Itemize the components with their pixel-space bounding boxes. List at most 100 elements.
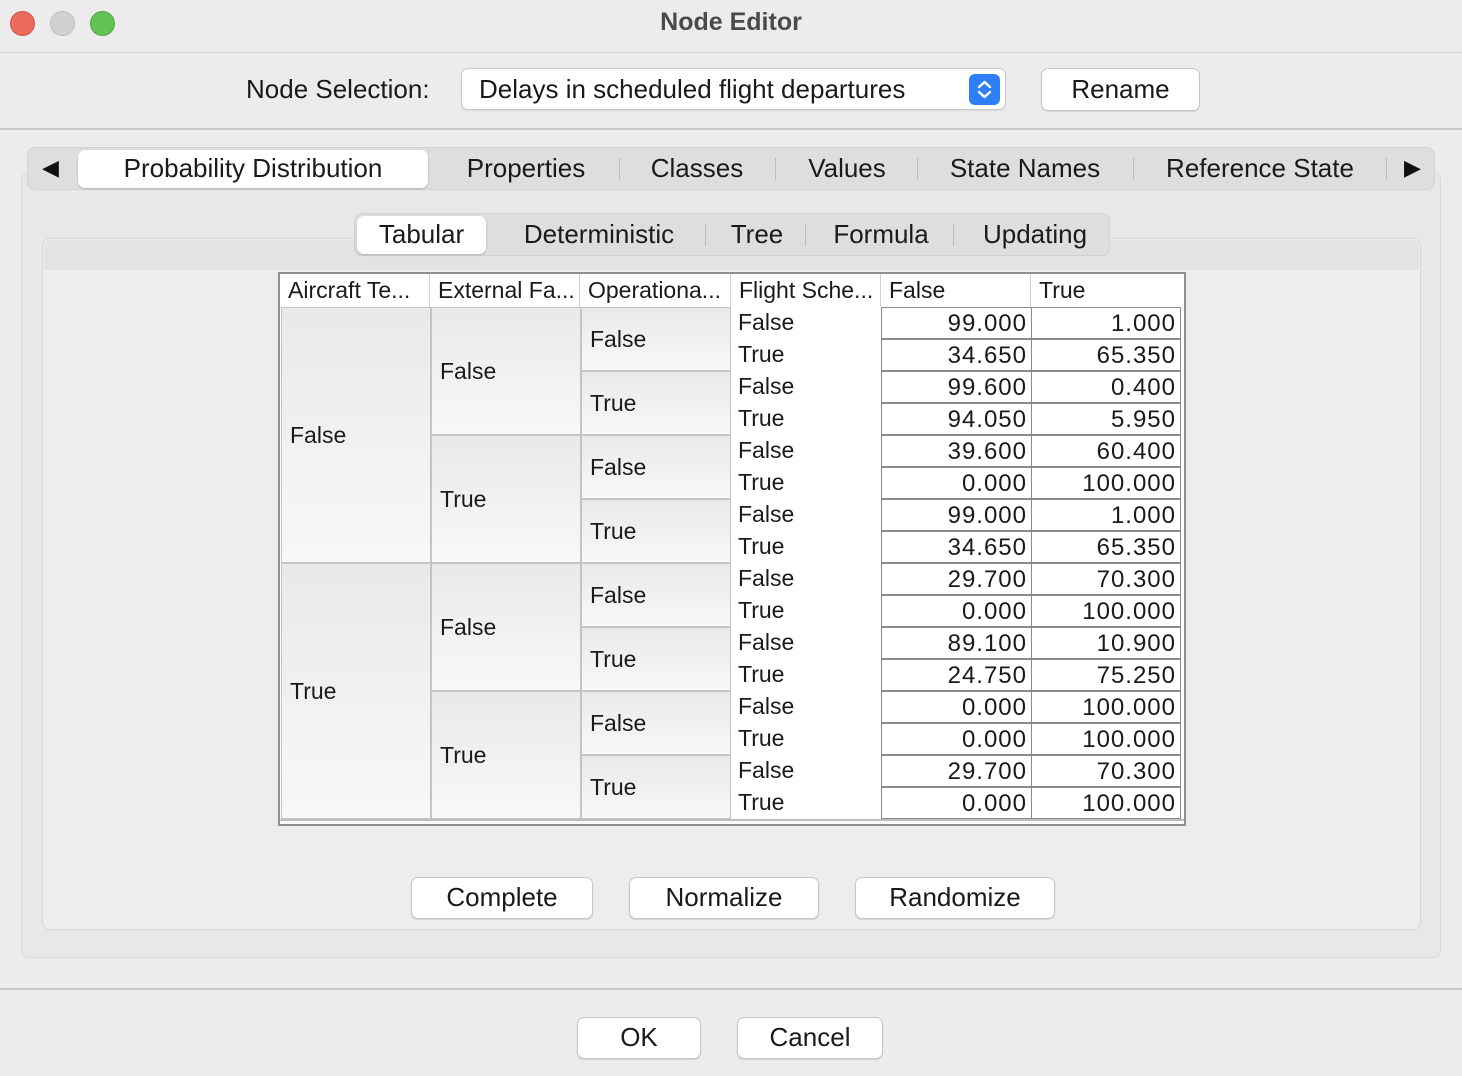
table-horizontal-scrollbar[interactable]	[280, 819, 1184, 824]
tab-deterministic[interactable]: Deterministic	[496, 216, 702, 254]
probability-cell-false[interactable]: 0.000	[881, 787, 1032, 819]
tab-probability-distribution[interactable]: Probability Distribution	[78, 150, 428, 188]
probability-cell-false[interactable]: 99.000	[881, 307, 1032, 339]
probability-cell-true[interactable]: 65.350	[1031, 339, 1181, 371]
column-header[interactable]: Operationa...	[580, 274, 731, 307]
parent-state-cell: True	[731, 659, 881, 691]
parent-state-cell: False	[581, 307, 731, 371]
scroll-right-arrow-icon[interactable]: ▶	[1404, 155, 1421, 181]
parent-state-cell: True	[731, 467, 881, 499]
node-selection-label: Node Selection:	[246, 74, 430, 104]
parent-state-cell: True	[731, 723, 881, 755]
column-header[interactable]: False	[881, 274, 1031, 307]
tab-formula[interactable]: Formula	[812, 216, 950, 254]
probability-cell-false[interactable]: 34.650	[881, 531, 1032, 563]
title-divider	[0, 52, 1462, 53]
probability-cell-true[interactable]: 75.250	[1031, 659, 1181, 691]
parent-state-cell: False	[581, 563, 731, 627]
probability-cell-true[interactable]: 100.000	[1031, 595, 1181, 627]
tab-separator	[619, 158, 620, 180]
probability-cell-false[interactable]: 89.100	[881, 627, 1032, 659]
column-header[interactable]: External Fa...	[430, 274, 580, 307]
title-bar: Node Editor	[0, 0, 1462, 48]
probability-cell-false[interactable]: 39.600	[881, 435, 1032, 467]
tab-separator	[705, 224, 706, 246]
probability-cell-true[interactable]: 65.350	[1031, 531, 1181, 563]
window-title: Node Editor	[660, 8, 802, 36]
footer-divider	[0, 988, 1462, 990]
tab-separator	[1386, 158, 1387, 180]
randomize-button[interactable]: Randomize	[855, 877, 1055, 919]
parent-state-cell: False	[431, 307, 581, 435]
tab-separator	[917, 158, 918, 180]
parent-state-cell: True	[581, 371, 731, 435]
tab-state-names[interactable]: State Names	[924, 150, 1126, 188]
probability-cell-false[interactable]: 0.000	[881, 691, 1032, 723]
normalize-button[interactable]: Normalize	[629, 877, 819, 919]
complete-button[interactable]: Complete	[411, 877, 593, 919]
tab-tabular[interactable]: Tabular	[357, 216, 486, 254]
scroll-left-arrow-icon[interactable]: ◀	[42, 155, 59, 181]
column-header[interactable]: Flight Sche...	[731, 274, 881, 307]
parent-state-cell: True	[431, 691, 581, 819]
probability-cell-true[interactable]: 60.400	[1031, 435, 1181, 467]
parent-state-cell: True	[431, 435, 581, 563]
parent-state-cell: True	[581, 499, 731, 563]
parent-state-cell: False	[581, 691, 731, 755]
probability-cell-false[interactable]: 29.700	[881, 755, 1032, 787]
parent-state-cell: False	[731, 627, 881, 659]
tab-tree[interactable]: Tree	[712, 216, 802, 254]
parent-state-cell: False	[731, 371, 881, 403]
probability-cell-false[interactable]: 0.000	[881, 467, 1032, 499]
parent-state-cell: True	[281, 563, 431, 819]
parent-state-cell: False	[731, 499, 881, 531]
parent-state-cell: False	[281, 307, 431, 563]
parent-state-cell: True	[731, 531, 881, 563]
parent-state-cell: True	[731, 339, 881, 371]
probability-cell-false[interactable]: 0.000	[881, 723, 1032, 755]
probability-cell-false[interactable]: 99.000	[881, 499, 1032, 531]
tab-updating[interactable]: Updating	[960, 216, 1110, 254]
tab-separator	[953, 224, 954, 246]
parent-state-cell: True	[581, 627, 731, 691]
probability-cell-false[interactable]: 29.700	[881, 563, 1032, 595]
probability-cell-true[interactable]: 100.000	[1031, 723, 1181, 755]
probability-cell-true[interactable]: 0.400	[1031, 371, 1181, 403]
column-header[interactable]: Aircraft Te...	[280, 274, 430, 307]
node-selection-dropdown[interactable]: Delays in scheduled flight departures	[461, 68, 1006, 110]
node-selection-value: Delays in scheduled flight departures	[479, 74, 906, 104]
probability-cell-false[interactable]: 24.750	[881, 659, 1032, 691]
tab-properties[interactable]: Properties	[440, 150, 612, 188]
rename-button[interactable]: Rename	[1041, 68, 1200, 111]
column-header[interactable]: True	[1031, 274, 1182, 307]
ok-button[interactable]: OK	[577, 1017, 701, 1059]
parent-state-cell: True	[731, 403, 881, 435]
probability-cell-false[interactable]: 99.600	[881, 371, 1032, 403]
parent-state-cell: False	[731, 691, 881, 723]
probability-cell-true[interactable]: 70.300	[1031, 563, 1181, 595]
tab-separator	[775, 158, 776, 180]
probability-cell-false[interactable]: 94.050	[881, 403, 1032, 435]
probability-cell-false[interactable]: 34.650	[881, 339, 1032, 371]
probability-cell-true[interactable]: 5.950	[1031, 403, 1181, 435]
tab-reference-state[interactable]: Reference State	[1140, 150, 1380, 188]
probability-cell-true[interactable]: 1.000	[1031, 307, 1181, 339]
parent-state-cell: False	[731, 307, 881, 339]
tab-classes[interactable]: Classes	[626, 150, 768, 188]
probability-cell-true[interactable]: 70.300	[1031, 755, 1181, 787]
updown-chevron-icon[interactable]	[969, 74, 1000, 105]
tab-separator	[1133, 158, 1134, 180]
parent-state-cell: False	[731, 435, 881, 467]
header-divider	[0, 128, 1462, 130]
probability-cell-true[interactable]: 1.000	[1031, 499, 1181, 531]
probability-cell-false[interactable]: 0.000	[881, 595, 1032, 627]
parent-state-cell: False	[731, 563, 881, 595]
probability-cell-true[interactable]: 100.000	[1031, 787, 1181, 819]
parent-state-cell: True	[581, 755, 731, 819]
probability-cell-true[interactable]: 100.000	[1031, 691, 1181, 723]
parent-state-cell: False	[431, 563, 581, 691]
tab-values[interactable]: Values	[782, 150, 912, 188]
probability-cell-true[interactable]: 10.900	[1031, 627, 1181, 659]
probability-cell-true[interactable]: 100.000	[1031, 467, 1181, 499]
cancel-button[interactable]: Cancel	[737, 1017, 883, 1059]
